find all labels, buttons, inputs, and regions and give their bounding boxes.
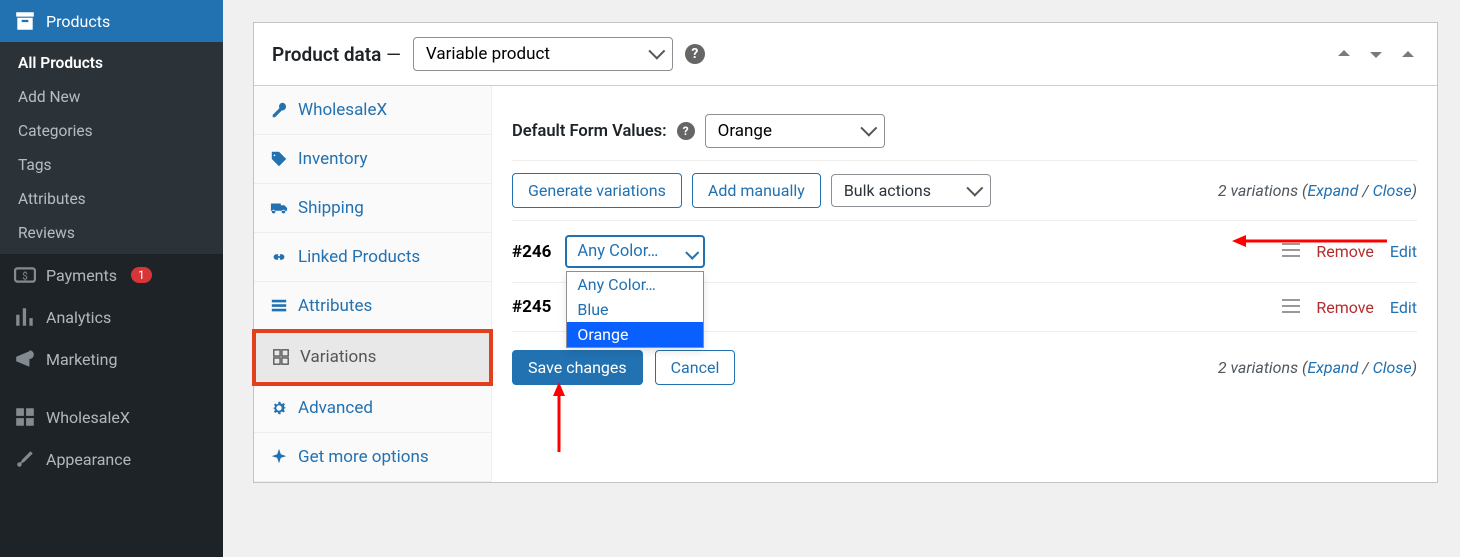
default-form-select[interactable]: Orange [705, 114, 885, 148]
bulk-actions-select[interactable]: Bulk actions [831, 174, 991, 207]
help-icon[interactable]: ? [677, 122, 695, 140]
panel-controls [1333, 43, 1419, 65]
variations-content: Default Form Values: ? Orange Generate v… [492, 86, 1437, 482]
wrench-icon [270, 101, 288, 119]
sidebar-item-analytics[interactable]: Analytics [0, 296, 223, 338]
product-type-select[interactable]: Variable product [413, 37, 673, 71]
close-link[interactable]: Close [1373, 358, 1412, 377]
variation-attribute-select[interactable]: Any Color… Any Color… Blue Orange [565, 235, 705, 268]
megaphone-icon [14, 348, 36, 370]
edit-link[interactable]: Edit [1390, 242, 1417, 261]
panel-body: WholesaleX Inventory Shipping Linked Pro… [254, 86, 1437, 482]
sidebar-item-appearance[interactable]: Appearance [0, 438, 223, 480]
sidebar-label: Analytics [46, 308, 111, 327]
tab-variations[interactable]: Variations [256, 333, 489, 382]
tab-shipping[interactable]: Shipping [254, 184, 491, 233]
products-submenu: All Products Add New Categories Tags Att… [0, 42, 223, 254]
tab-inventory[interactable]: Inventory [254, 135, 491, 184]
cancel-button[interactable]: Cancel [655, 350, 736, 385]
sidebar-item-payments[interactable]: $ Payments 1 [0, 254, 223, 296]
arrow-annotation-icon [552, 382, 566, 452]
variation-actions: Remove Edit [1282, 298, 1417, 317]
dropdown-option-blue[interactable]: Blue [567, 297, 703, 322]
sidebar-item-categories[interactable]: Categories [0, 114, 223, 148]
sidebar-item-tags[interactable]: Tags [0, 148, 223, 182]
badge-count: 1 [131, 267, 152, 283]
variation-actions: Remove Edit [1282, 242, 1417, 261]
move-up-icon[interactable] [1333, 43, 1355, 65]
tab-wholesalex[interactable]: WholesaleX [254, 86, 491, 135]
expand-link[interactable]: Expand [1307, 181, 1358, 200]
gear-icon [270, 399, 288, 417]
sidebar-item-marketing[interactable]: Marketing [0, 338, 223, 380]
tab-linked-products[interactable]: Linked Products [254, 233, 491, 282]
close-link[interactable]: Close [1373, 181, 1412, 200]
expand-link[interactable]: Expand [1307, 358, 1358, 377]
default-form-row: Default Form Values: ? Orange [512, 102, 1417, 161]
variations-count: 2 variations (Expand / Close) [1218, 358, 1417, 377]
sidebar-item-reviews[interactable]: Reviews [0, 216, 223, 250]
remove-link[interactable]: Remove [1316, 242, 1374, 261]
help-icon[interactable]: ? [685, 44, 705, 64]
grid-icon [14, 406, 36, 428]
panel-header: Product data — Variable product ? [254, 23, 1437, 86]
generate-variations-button[interactable]: Generate variations [512, 173, 682, 208]
variations-count: 2 variations (Expand / Close) [1218, 181, 1417, 200]
highlight-annotation: Variations [252, 329, 493, 386]
svg-text:$: $ [22, 271, 28, 282]
variation-row: #246 Any Color… Any Color… Blue Orange [512, 221, 1417, 283]
default-form-label: Default Form Values: [512, 122, 667, 141]
archive-icon [14, 10, 36, 32]
grid-small-icon [272, 348, 290, 366]
move-down-icon[interactable] [1365, 43, 1387, 65]
main-content: Product data — Variable product ? Wholes… [223, 0, 1460, 557]
add-manually-button[interactable]: Add manually [692, 173, 821, 208]
sidebar-label: Products [46, 12, 110, 31]
sidebar-item-attributes[interactable]: Attributes [0, 182, 223, 216]
panel-title: Product data — [272, 43, 401, 66]
brush-icon [14, 448, 36, 470]
sparkle-icon [270, 448, 288, 466]
chart-bar-icon [14, 306, 36, 328]
product-tabs: WholesaleX Inventory Shipping Linked Pro… [254, 86, 492, 482]
product-data-panel: Product data — Variable product ? Wholes… [253, 22, 1438, 483]
tab-get-more[interactable]: Get more options [254, 433, 491, 482]
variation-id: #245 [512, 297, 551, 317]
tab-attributes[interactable]: Attributes [254, 282, 491, 331]
admin-sidebar: Products All Products Add New Categories… [0, 0, 223, 557]
tag-icon [270, 150, 288, 168]
card-icon: $ [14, 264, 36, 286]
sidebar-item-add-new[interactable]: Add New [0, 80, 223, 114]
collapse-icon[interactable] [1397, 43, 1419, 65]
sidebar-item-products[interactable]: Products [0, 0, 223, 42]
remove-link[interactable]: Remove [1316, 298, 1374, 317]
variation-id: #246 [512, 242, 551, 262]
sidebar-item-wholesalex[interactable]: WholesaleX [0, 396, 223, 438]
dropdown-option-any[interactable]: Any Color… [567, 272, 703, 297]
tab-advanced[interactable]: Advanced [254, 384, 491, 433]
drag-handle-icon[interactable] [1282, 242, 1300, 261]
attribute-dropdown: Any Color… Blue Orange [566, 271, 704, 348]
sidebar-label: Appearance [46, 450, 131, 469]
edit-link[interactable]: Edit [1390, 298, 1417, 317]
actions-row: Generate variations Add manually Bulk ac… [512, 161, 1417, 221]
sidebar-item-all-products[interactable]: All Products [0, 46, 223, 80]
dropdown-option-orange[interactable]: Orange [567, 322, 703, 347]
drag-handle-icon[interactable] [1282, 298, 1300, 317]
sidebar-label: Payments [46, 266, 117, 285]
list-icon [270, 297, 288, 315]
truck-icon [270, 199, 288, 217]
sidebar-label: Marketing [46, 350, 117, 369]
sidebar-label: WholesaleX [46, 408, 130, 427]
link-icon [270, 248, 288, 266]
save-changes-button[interactable]: Save changes [512, 350, 643, 385]
